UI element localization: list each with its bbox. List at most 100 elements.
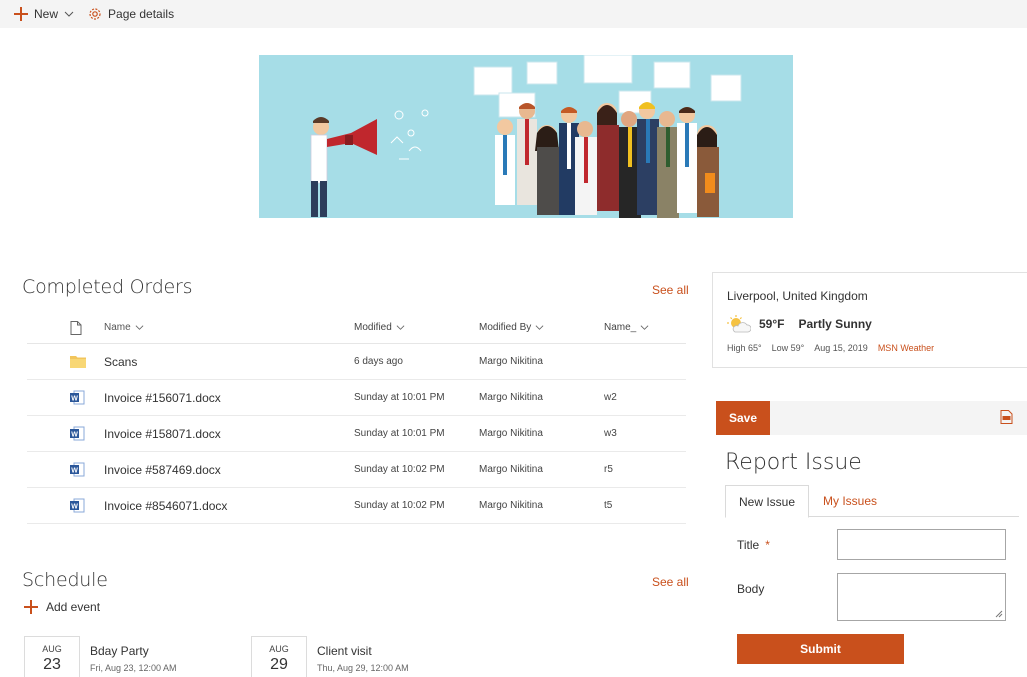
name-column-label: Name xyxy=(104,322,131,333)
body-textarea[interactable] xyxy=(837,573,1006,621)
svg-text:W: W xyxy=(71,504,78,511)
word-doc-icon: W xyxy=(70,416,85,451)
event-month: AUG xyxy=(269,644,289,654)
event-month: AUG xyxy=(42,644,62,654)
event-day: 23 xyxy=(43,656,61,673)
title-label-text: Title xyxy=(737,538,760,552)
add-event-button[interactable]: Add event xyxy=(24,600,100,614)
completed-orders-list: Name Modified Modified By Name_ Scans 6 … xyxy=(27,312,686,524)
completed-orders-title: Completed Orders xyxy=(22,276,193,298)
svg-text:W: W xyxy=(71,396,78,403)
modified-date: 6 days ago xyxy=(354,356,403,367)
event-time: Fri, Aug 23, 12:00 AM xyxy=(90,663,177,673)
list-item[interactable]: W Invoice #158071.docx Sunday at 10:01 P… xyxy=(27,416,686,452)
event-time: Thu, Aug 29, 12:00 AM xyxy=(317,663,409,673)
weather-unit: °F xyxy=(772,317,785,331)
word-doc-icon: W xyxy=(70,488,85,523)
gear-icon xyxy=(89,8,101,20)
name2-column-header[interactable]: Name_ xyxy=(604,312,649,343)
chevron-down-icon xyxy=(535,325,544,330)
name2-value: w2 xyxy=(604,392,617,403)
file-name[interactable]: Invoice #156071.docx xyxy=(104,380,221,415)
modified-by: Margo Nikitina xyxy=(479,464,543,475)
list-header: Name Modified Modified By Name_ xyxy=(27,312,686,344)
file-name[interactable]: Scans xyxy=(104,344,137,379)
event-card[interactable]: AUG 23 Bday Party Fri, Aug 23, 12:00 AM xyxy=(24,636,177,677)
page-details-button[interactable]: Page details xyxy=(88,7,174,21)
name-column-header[interactable]: Name xyxy=(104,312,144,343)
chevron-down-icon xyxy=(396,325,405,330)
name2-value: t5 xyxy=(604,500,613,511)
megaphone-crowd-illustration xyxy=(259,55,793,218)
modified-date: Sunday at 10:02 PM xyxy=(354,500,445,511)
weather-date: Aug 15, 2019 xyxy=(814,343,868,353)
event-day: 29 xyxy=(270,656,288,673)
new-button[interactable]: New xyxy=(14,7,74,21)
weather-location: Liverpool, United Kingdom xyxy=(727,289,868,303)
msn-weather-link[interactable]: MSN Weather xyxy=(878,343,934,353)
modified-by-column-label: Modified By xyxy=(479,322,532,333)
new-label: New xyxy=(34,7,59,21)
event-title[interactable]: Client visit xyxy=(317,644,409,658)
file-name[interactable]: Invoice #8546071.docx xyxy=(104,488,227,523)
schedule-title: Schedule xyxy=(22,569,108,591)
weather-temperature: 59 xyxy=(759,317,773,331)
partly-sunny-icon xyxy=(727,315,751,333)
chevron-down-icon xyxy=(64,11,74,17)
event-card[interactable]: AUG 29 Client visit Thu, Aug 29, 12:00 A… xyxy=(251,636,409,677)
file-type-column-header[interactable] xyxy=(70,312,82,343)
add-event-label: Add event xyxy=(46,600,101,614)
resize-grip-icon[interactable] xyxy=(995,610,1003,618)
event-date: AUG 23 xyxy=(24,636,80,677)
folder-icon xyxy=(70,344,86,379)
tab-my-issues[interactable]: My Issues xyxy=(810,485,890,517)
list-item[interactable]: W Invoice #587469.docx Sunday at 10:02 P… xyxy=(27,452,686,488)
schedule-see-all-link[interactable]: See all xyxy=(652,575,689,589)
modified-date: Sunday at 10:01 PM xyxy=(354,428,445,439)
event-title[interactable]: Bday Party xyxy=(90,644,177,658)
report-issue-title: Report Issue xyxy=(725,450,862,475)
file-icon xyxy=(70,320,82,335)
modified-column-label: Modified xyxy=(354,322,392,333)
plus-icon xyxy=(24,600,38,614)
title-input[interactable] xyxy=(837,529,1006,560)
modified-date: Sunday at 10:01 PM xyxy=(354,392,445,403)
chevron-down-icon xyxy=(640,325,649,330)
command-bar: New Page details xyxy=(0,0,1027,28)
modified-by: Margo Nikitina xyxy=(479,500,543,511)
modified-by: Margo Nikitina xyxy=(479,392,543,403)
svg-text:W: W xyxy=(71,468,78,475)
svg-text:W: W xyxy=(71,432,78,439)
list-item[interactable]: W Invoice #8546071.docx Sunday at 10:02 … xyxy=(27,488,686,524)
file-name[interactable]: Invoice #587469.docx xyxy=(104,452,221,487)
modified-by: Margo Nikitina xyxy=(479,356,543,367)
file-name[interactable]: Invoice #158071.docx xyxy=(104,416,221,451)
form-tabs: New Issue My Issues xyxy=(725,485,1019,518)
list-item[interactable]: Scans 6 days ago Margo Nikitina xyxy=(27,344,686,380)
tab-new-issue[interactable]: New Issue xyxy=(725,485,810,518)
submit-button[interactable]: Submit xyxy=(737,634,904,664)
weather-condition: Partly Sunny xyxy=(798,317,872,331)
list-item[interactable]: W Invoice #156071.docx Sunday at 10:01 P… xyxy=(27,380,686,416)
modified-column-header[interactable]: Modified xyxy=(354,312,405,343)
weather-high: High 65° xyxy=(727,343,762,353)
title-field-label: Title * xyxy=(737,538,770,552)
modified-by: Margo Nikitina xyxy=(479,428,543,439)
banner-image xyxy=(259,55,793,218)
weather-card: Liverpool, United Kingdom 59 °F Partly S… xyxy=(712,272,1027,368)
modified-by-column-header[interactable]: Modified By xyxy=(479,312,544,343)
word-doc-icon: W xyxy=(70,380,85,415)
save-button[interactable]: Save xyxy=(716,401,770,435)
form-toolbar: Save xyxy=(716,401,1027,435)
weather-low: Low 59° xyxy=(771,343,805,353)
event-date: AUG 29 xyxy=(251,636,307,677)
completed-orders-see-all-link[interactable]: See all xyxy=(652,283,689,297)
name2-value: w3 xyxy=(604,428,617,439)
pdf-icon[interactable] xyxy=(1000,410,1013,424)
body-field-label: Body xyxy=(737,582,765,596)
name2-value: r5 xyxy=(604,464,613,475)
required-marker: * xyxy=(765,538,770,552)
page-details-label: Page details xyxy=(108,7,175,21)
word-doc-icon: W xyxy=(70,452,85,487)
plus-icon xyxy=(14,7,28,21)
